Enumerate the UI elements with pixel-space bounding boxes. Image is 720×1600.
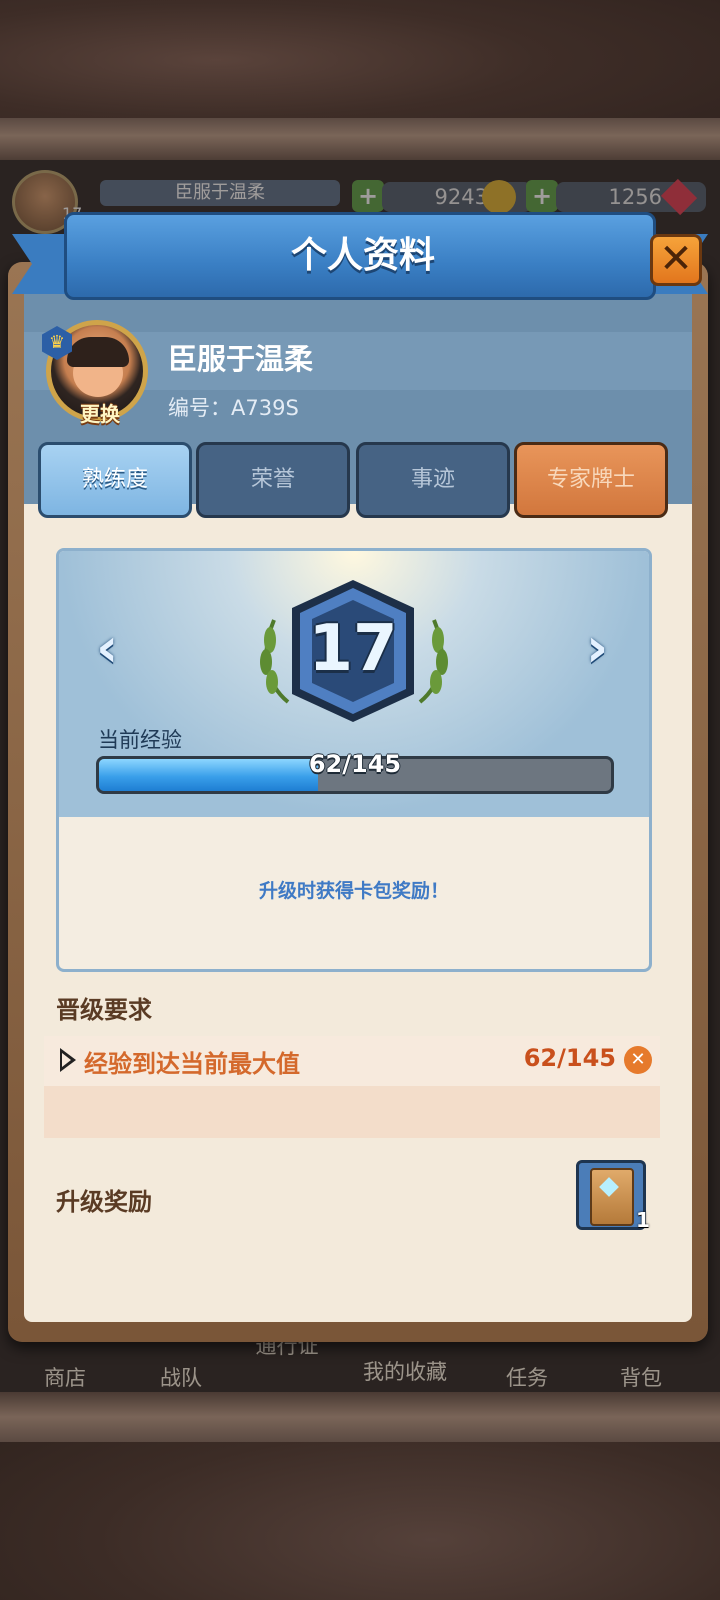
requirement-value: 62/145 <box>523 1044 616 1072</box>
nav-collection[interactable]: 我的收藏 <box>350 1356 460 1386</box>
close-button[interactable]: ✕ <box>650 234 702 286</box>
card-pack-icon <box>590 1168 634 1226</box>
ribbon-banner: 个人资料 <box>64 212 656 300</box>
player-name: 臣服于温柔 <box>168 342 314 376</box>
play-triangle-icon-inner <box>62 1053 71 1067</box>
tab-honor[interactable]: 荣誉 <box>196 442 350 518</box>
title-ribbon: 个人资料 <box>12 212 708 304</box>
laurel-right-icon <box>418 619 448 704</box>
nav-tasks[interactable]: 任务 <box>472 1362 582 1392</box>
background-frame-top <box>0 118 720 162</box>
level-badge: 17 <box>286 578 420 724</box>
next-level-arrow-icon[interactable]: › <box>586 621 616 675</box>
gold-coin-icon <box>482 180 516 214</box>
requirement-row-spacer <box>44 1086 660 1138</box>
avatar-hair <box>67 337 129 367</box>
tab-proficiency[interactable]: 熟练度 <box>38 442 192 518</box>
prev-level-arrow-icon[interactable]: ‹ <box>96 621 126 675</box>
rewards-title: 升级奖励 <box>56 1188 152 1216</box>
close-icon: ✕ <box>659 236 693 282</box>
requirements-title: 晋级要求 <box>56 996 152 1024</box>
change-avatar-button[interactable]: 更换 <box>70 398 130 426</box>
player-id: 编号：A739S <box>168 396 299 420</box>
nav-shop[interactable]: 商店 <box>10 1362 120 1392</box>
exp-progress-text: 62/145 <box>308 750 402 778</box>
hud-player-name: 臣服于温柔 <box>100 180 340 206</box>
add-gem-button[interactable]: + <box>526 180 558 212</box>
tab-deeds[interactable]: 事迹 <box>356 442 510 518</box>
dialog-title: 个人资料 <box>290 235 435 276</box>
reward-count: 1 <box>636 1208 650 1232</box>
add-gold-button[interactable]: + <box>352 180 384 212</box>
close-circle-icon: ✕ <box>624 1046 652 1074</box>
tab-expert[interactable]: 专家牌士 <box>514 442 668 518</box>
level-number: 17 <box>308 612 398 686</box>
nav-team[interactable]: 战队 <box>126 1362 236 1392</box>
levelup-reward-hint: 升级时获得卡包奖励！ <box>258 880 449 902</box>
requirement-text: 经验到达当前最大值 <box>84 1050 300 1078</box>
nav-bag[interactable]: 背包 <box>586 1362 696 1392</box>
